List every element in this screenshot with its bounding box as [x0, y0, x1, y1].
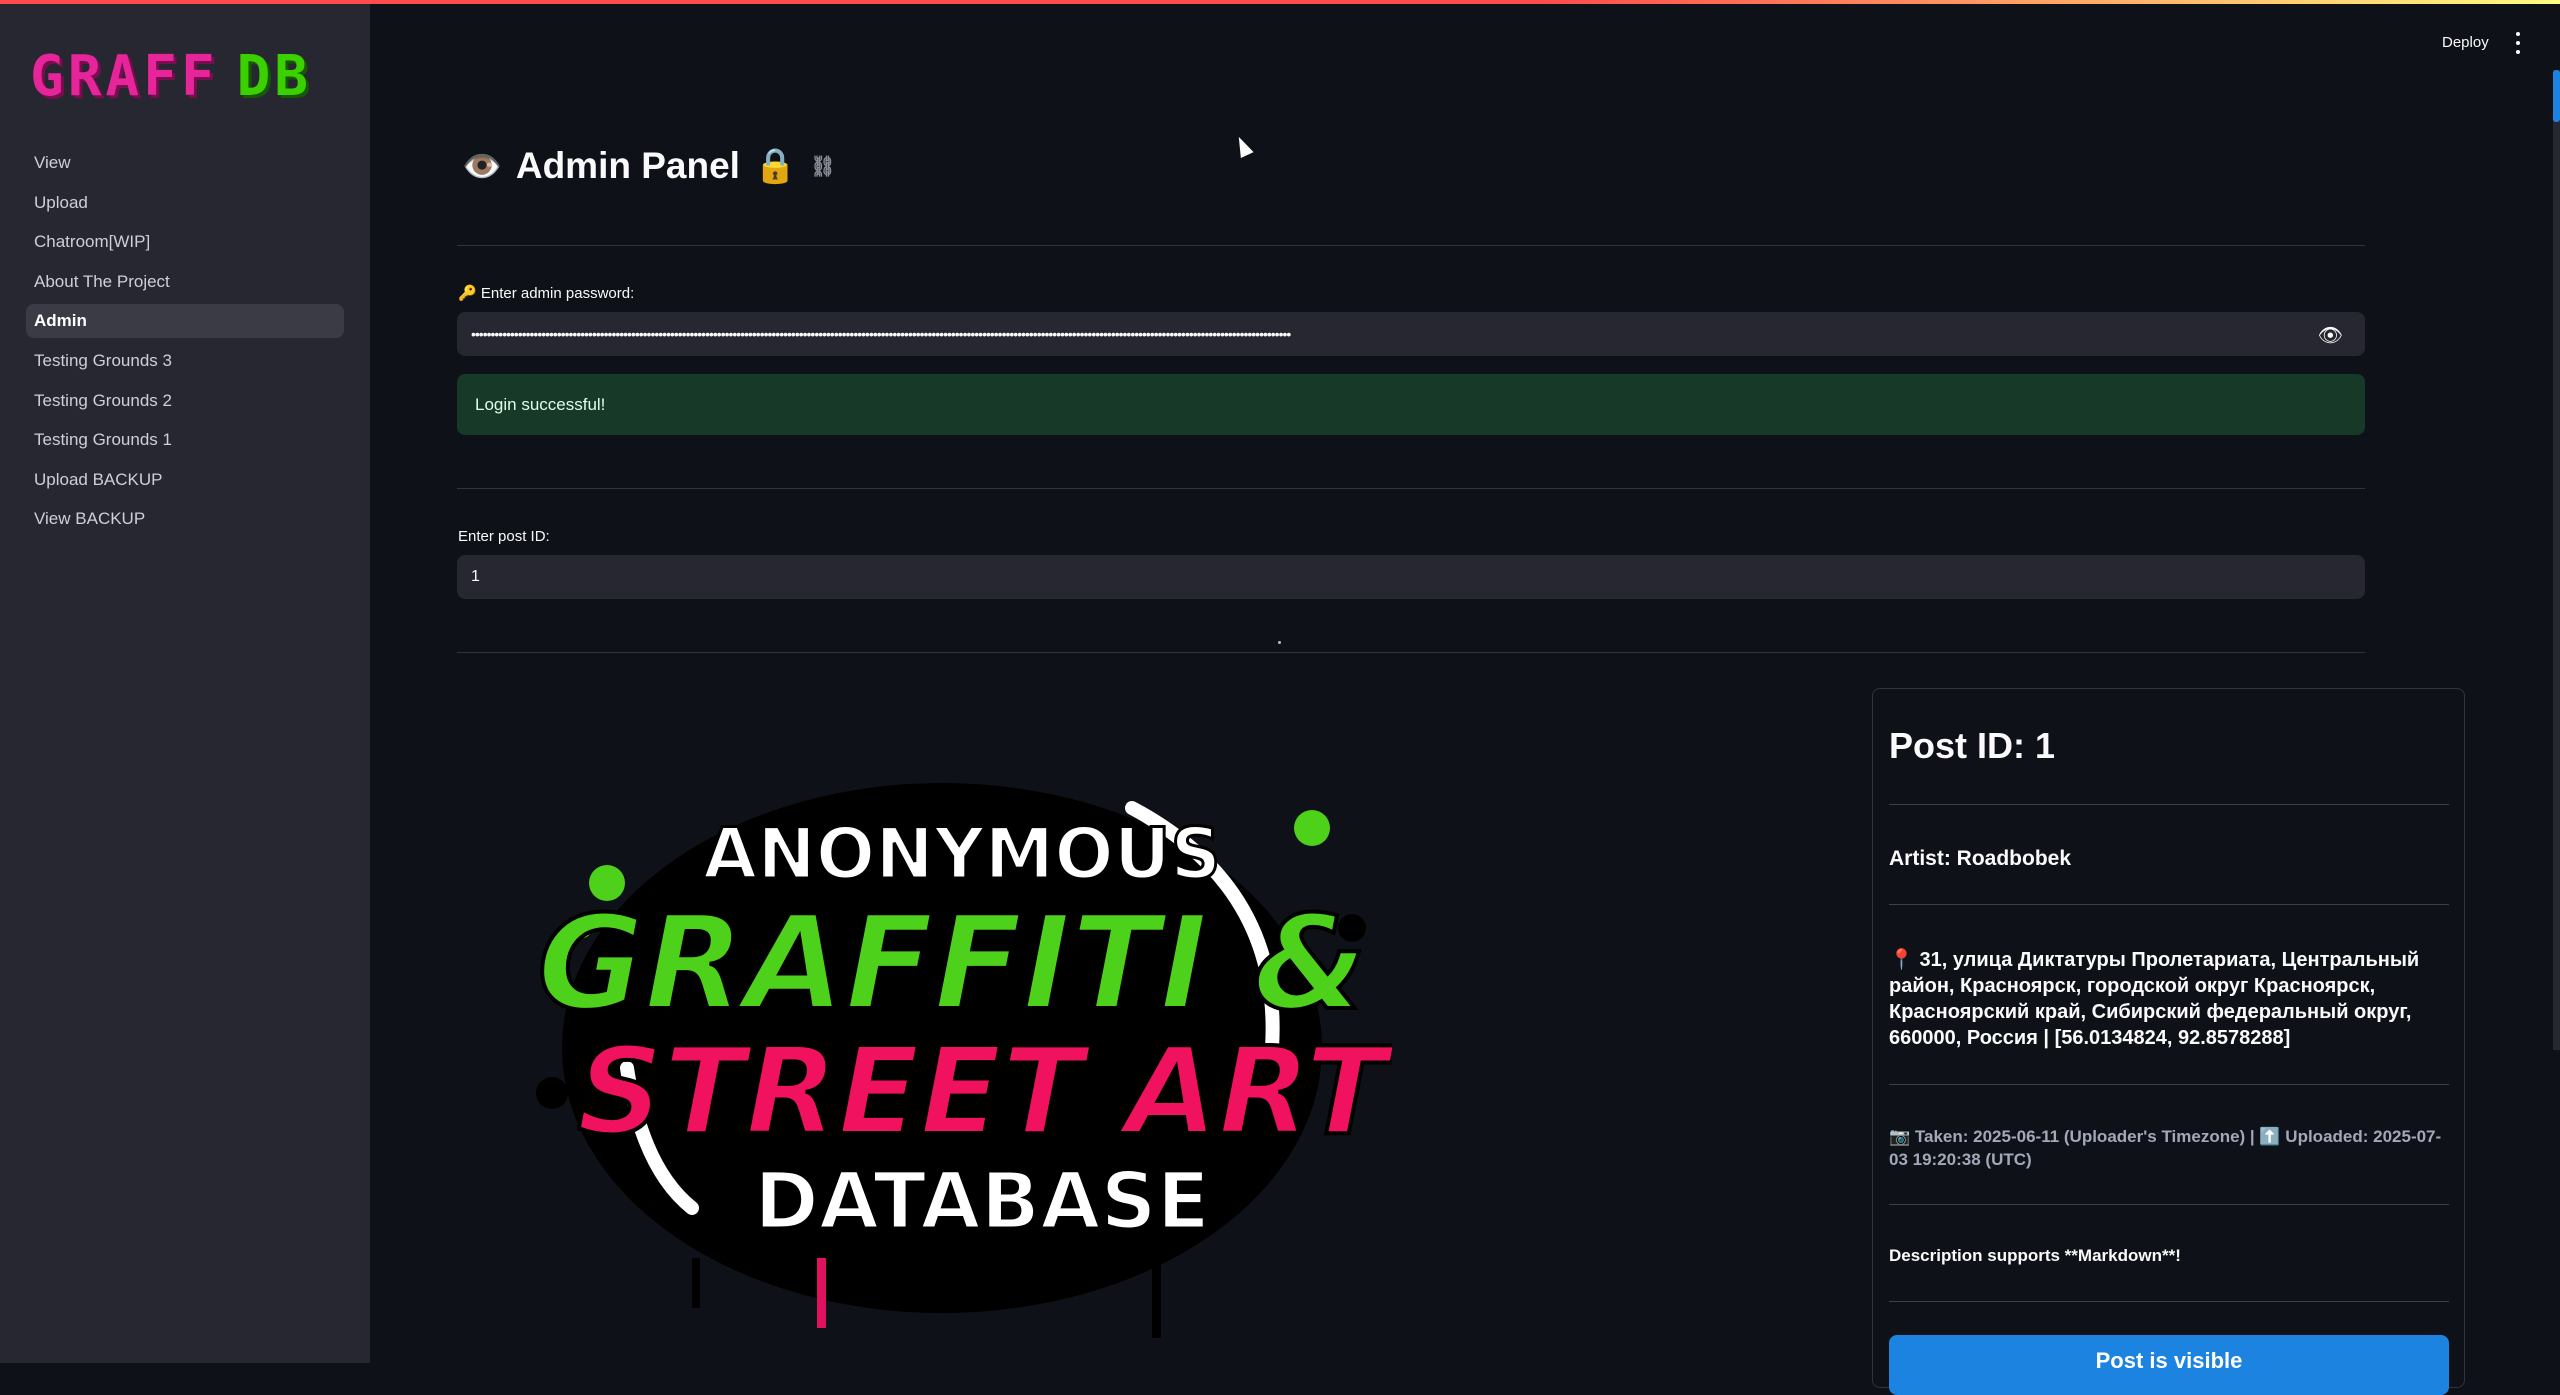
- sidebar-nav: View Upload Chatroom[WIP] About The Proj…: [26, 146, 344, 542]
- divider: [1889, 1301, 2449, 1302]
- post-id-label: Enter post ID:: [458, 528, 550, 545]
- lock-icon: 🔒: [753, 147, 797, 185]
- artwork-splash: [1294, 810, 1330, 846]
- sidebar-item-chatroom[interactable]: Chatroom[WIP]: [26, 225, 344, 259]
- deploy-button[interactable]: Deploy: [2442, 34, 2489, 51]
- password-value: ••••••••••••••••••••••••••••••••••••••••…: [471, 326, 1291, 342]
- sidebar-item-admin[interactable]: Admin: [26, 304, 344, 339]
- post-dates: 📷 Taken: 2025-06-11 (Uploader's Timezone…: [1889, 1127, 2442, 1169]
- divider: [1889, 1084, 2449, 1085]
- sidebar-item-testing-grounds-2[interactable]: Testing Grounds 2: [26, 384, 344, 418]
- password-input[interactable]: ••••••••••••••••••••••••••••••••••••••••…: [457, 312, 2365, 356]
- artwork-line-street-art: STREET ART: [577, 1023, 1392, 1162]
- divider: [1889, 804, 2449, 805]
- anchor-link-icon[interactable]: ⛓: [810, 154, 835, 179]
- sidebar-item-view[interactable]: View: [26, 146, 344, 180]
- post-description: Description supports **Markdown**!: [1889, 1246, 2181, 1265]
- main-menu-icon[interactable]: [2512, 32, 2524, 54]
- app-logo: GRAFF DB: [30, 44, 312, 109]
- top-decoration-bar: [0, 0, 2560, 4]
- sidebar: GRAFF DB View Upload Chatroom[WIP] About…: [0, 4, 370, 1363]
- password-label: 🔑 Enter admin password:: [458, 285, 635, 302]
- artwork-drip: [692, 1258, 700, 1308]
- scrollbar-thumb[interactable]: [2553, 70, 2560, 122]
- post-location: 📍 31, улица Диктатуры Пролетариата, Цент…: [1889, 949, 2420, 1049]
- mouse-cursor-icon: [1232, 133, 1254, 159]
- divider: [1889, 904, 2449, 905]
- post-id-value: 1: [471, 568, 480, 585]
- page-title-text: Admin Panel: [515, 145, 740, 186]
- sidebar-item-about[interactable]: About The Project: [26, 265, 344, 299]
- sidebar-item-testing-grounds-1[interactable]: Testing Grounds 1: [26, 423, 344, 457]
- divider: [1889, 1204, 2449, 1205]
- sidebar-item-upload-backup[interactable]: Upload BACKUP: [26, 463, 344, 497]
- logo-text-db: DB: [236, 44, 313, 109]
- loading-dot: [1278, 641, 1281, 644]
- post-details-card: Post ID: 1 Artist: Roadbobek 📍 31, улица…: [1872, 688, 2465, 1395]
- artwork-line-database: DATABASE: [754, 1157, 1210, 1247]
- divider: [457, 652, 2365, 653]
- artwork-splash: [536, 1077, 568, 1109]
- post-id-input[interactable]: 1: [457, 555, 2365, 599]
- artwork-drip: [1152, 1258, 1161, 1338]
- divider: [457, 245, 2365, 246]
- graffiti-artwork-image: .gl1 { font-family:"DejaVu Sans", sans-s…: [535, 783, 1392, 1338]
- sidebar-item-testing-grounds-3[interactable]: Testing Grounds 3: [26, 344, 344, 378]
- success-message: Login successful!: [475, 394, 606, 414]
- sidebar-item-view-backup[interactable]: View BACKUP: [26, 502, 344, 536]
- post-artist: Artist: Roadbobek: [1889, 847, 2072, 870]
- artwork-line-graffiti: GRAFFITI &: [537, 887, 1366, 1039]
- show-password-eye-icon[interactable]: 👁: [2318, 323, 2343, 348]
- eye-icon: 👁️: [462, 148, 502, 184]
- scrollbar-track[interactable]: [2553, 70, 2560, 1050]
- post-id-heading: Post ID: 1: [1889, 725, 2056, 766]
- sidebar-item-upload[interactable]: Upload: [26, 186, 344, 220]
- post-visibility-button[interactable]: Post is visible: [1889, 1335, 2449, 1395]
- logo-text-graff: GRAFF: [30, 44, 219, 109]
- artwork-line-anonymous: ANONYMOUS: [703, 813, 1221, 895]
- page-title: 👁️ Admin Panel 🔒 ⛓: [462, 145, 836, 187]
- success-alert: Login successful!: [457, 374, 2365, 435]
- divider: [457, 488, 2365, 489]
- artwork-drip-pink: [817, 1258, 826, 1328]
